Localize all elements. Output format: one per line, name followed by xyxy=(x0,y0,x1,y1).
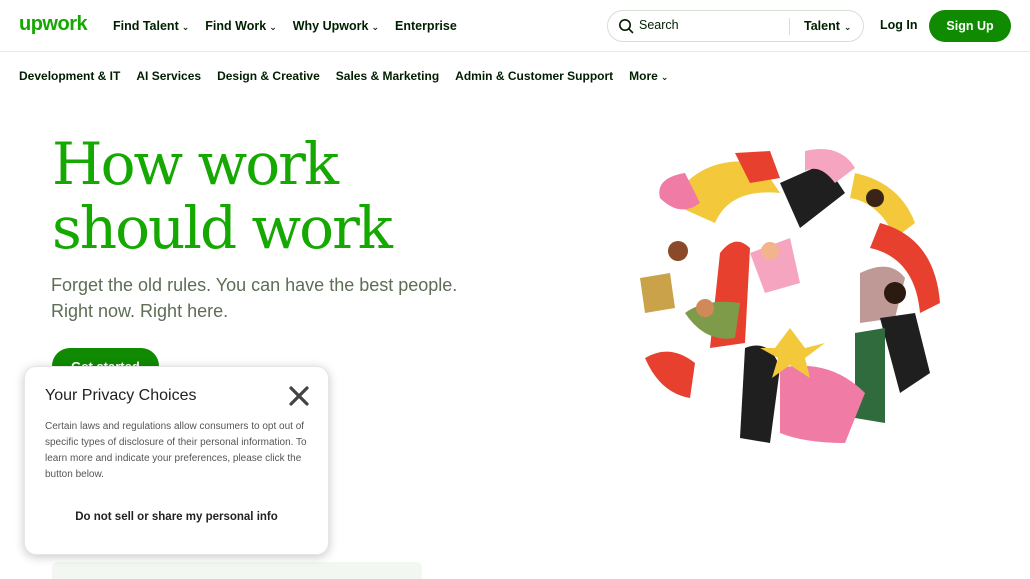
category-more[interactable]: More ⌄ xyxy=(629,69,668,83)
category-label: AI Services xyxy=(136,69,202,83)
nav-find-talent[interactable]: Find Talent ⌄ xyxy=(113,19,189,33)
search-divider xyxy=(789,18,790,35)
chevron-down-icon: ⌄ xyxy=(371,21,379,32)
close-icon[interactable] xyxy=(287,384,311,408)
login-link[interactable]: Log In xyxy=(880,18,918,32)
nav-enterprise[interactable]: Enterprise xyxy=(395,19,457,33)
nav-find-work[interactable]: Find Work ⌄ xyxy=(205,19,276,33)
category-ai-services[interactable]: AI Services xyxy=(136,69,201,83)
hero-illustration xyxy=(640,149,950,455)
category-label: Sales & Marketing xyxy=(335,69,440,83)
chevron-down-icon: ⌄ xyxy=(181,21,190,32)
upwork-logo[interactable]: upwork xyxy=(19,13,88,36)
category-label: Development & IT xyxy=(19,69,121,83)
category-label: Design & Creative xyxy=(217,69,320,83)
privacy-body: Certain laws and regulations allow consu… xyxy=(45,421,307,480)
nav-find-work-label: Find Work xyxy=(205,19,267,33)
nav-why-upwork-label: Why Upwork xyxy=(292,19,369,33)
nav-find-talent-label: Find Talent xyxy=(113,19,179,33)
search-input[interactable] xyxy=(639,18,789,32)
privacy-choices-dialog: Your Privacy Choices Certain laws and re… xyxy=(24,366,329,555)
search-scope-label: Talent xyxy=(804,19,840,33)
nav-enterprise-label: Enterprise xyxy=(394,19,457,33)
category-label: Admin & Customer Support xyxy=(455,69,614,83)
bottom-card xyxy=(52,562,422,579)
category-development-it[interactable]: Development & IT xyxy=(19,69,120,83)
main-nav: Find Talent ⌄ Find Work ⌄ Why Upwork ⌄ E… xyxy=(113,0,457,52)
chevron-down-icon: ⌄ xyxy=(843,21,852,32)
category-admin-support[interactable]: Admin & Customer Support xyxy=(455,69,613,83)
category-label: More xyxy=(629,69,658,83)
hero-title: How work should work xyxy=(52,130,393,262)
do-not-sell-button[interactable]: Do not sell or share my personal info xyxy=(25,511,328,523)
signup-button[interactable]: Sign Up xyxy=(929,10,1011,42)
chevron-down-icon: ⌄ xyxy=(660,71,669,82)
privacy-title: Your Privacy Choices xyxy=(45,387,197,404)
search-scope-dropdown[interactable]: Talent ⌄ xyxy=(804,19,851,33)
search-icon xyxy=(619,19,634,34)
category-nav: Development & IT AI Services Design & Cr… xyxy=(19,69,668,83)
search-bar[interactable]: Talent ⌄ xyxy=(607,10,864,42)
category-sales-marketing[interactable]: Sales & Marketing xyxy=(336,69,439,83)
nav-why-upwork[interactable]: Why Upwork ⌄ xyxy=(293,19,379,33)
hero-subtitle: Forget the old rules. You can have the b… xyxy=(51,275,458,321)
chevron-down-icon: ⌄ xyxy=(269,21,277,32)
category-design-creative[interactable]: Design & Creative xyxy=(217,69,320,83)
top-header: upwork Find Talent ⌄ Find Work ⌄ Why Upw… xyxy=(0,0,1030,52)
